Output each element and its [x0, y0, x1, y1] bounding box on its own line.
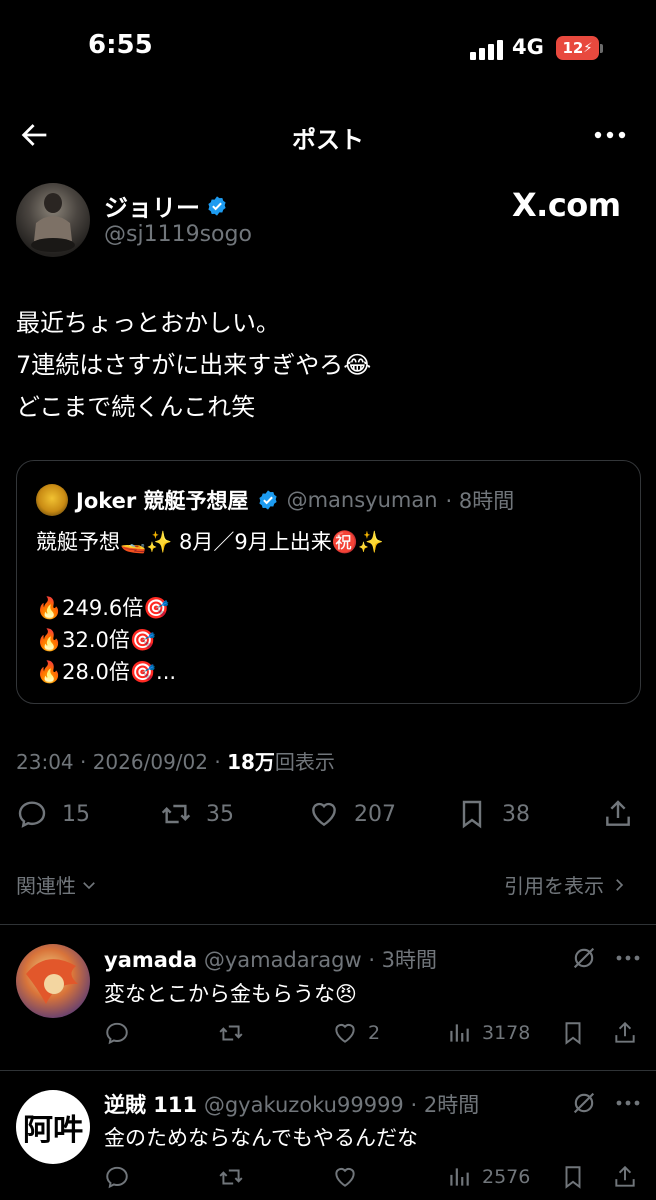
divider — [0, 1070, 656, 1071]
reply-author-name[interactable]: 逆賊 111 — [104, 1093, 197, 1117]
reply-author-name[interactable]: yamada — [104, 948, 197, 972]
bookmark-count: 38 — [502, 801, 530, 827]
bookmark-icon — [462, 800, 482, 829]
like-button[interactable]: 2 — [332, 1020, 380, 1046]
bookmark-icon — [565, 1022, 581, 1045]
view-count: 3178 — [482, 1022, 531, 1044]
reply-count: 15 — [62, 801, 90, 827]
reply-icon — [106, 1166, 128, 1189]
reply-time: · 2時間 — [410, 1093, 480, 1117]
like-count: 207 — [354, 801, 396, 827]
post-line: どこまで続くんこれ笑 — [16, 393, 256, 421]
repost-icon — [219, 1169, 243, 1185]
share-icon — [615, 1021, 635, 1043]
quoted-author-avatar[interactable] — [36, 484, 68, 516]
bookmark-icon — [565, 1166, 581, 1189]
reply-avatar[interactable]: 阿吽 — [16, 1090, 90, 1164]
reply-author-handle[interactable]: @gyakuzoku99999 — [204, 1093, 404, 1117]
post-meta: 23:04 · 2026/09/02 · 18万回表示 — [16, 746, 335, 775]
quoted-post-header: Joker 競艇予想屋 @mansyuman · 8時間 — [36, 484, 514, 516]
quoted-author-name[interactable]: Joker 競艇予想屋 — [76, 485, 249, 515]
sort-relevance-label: 関連性 — [16, 874, 76, 898]
more-options-icon[interactable] — [592, 118, 628, 152]
share-button[interactable] — [602, 798, 634, 830]
post-timestamp: 23:04 · 2026/09/02 · — [16, 750, 228, 774]
reply-header: yamada @yamadaragw · 3時間 — [104, 944, 437, 974]
view-label: 回表示 — [274, 750, 335, 774]
repost-button[interactable] — [218, 1164, 254, 1190]
post-line: 最近ちょっとおかしい。 — [16, 309, 280, 337]
reply-author-handle[interactable]: @yamadaragw — [204, 948, 362, 972]
signal-icon — [470, 38, 504, 60]
divider — [0, 924, 656, 925]
page-title: ポスト — [292, 126, 364, 154]
verified-badge-icon — [258, 490, 277, 510]
reply-button[interactable] — [104, 1164, 140, 1190]
author-handle[interactable]: @sj1119sogo — [104, 222, 252, 247]
repost-icon — [219, 1025, 243, 1041]
view-quotes-label: 引用を表示 — [504, 874, 604, 898]
battery-tip — [600, 44, 603, 53]
sort-relevance-dropdown[interactable]: 関連性 — [16, 870, 98, 899]
bookmark-button[interactable] — [560, 1164, 586, 1190]
views-button[interactable]: 3178 — [446, 1020, 530, 1046]
bookmark-button[interactable]: 38 — [456, 798, 530, 830]
share-button[interactable] — [612, 1020, 638, 1046]
verified-badge-icon — [208, 195, 226, 216]
repost-icon — [161, 804, 191, 824]
reply-avatar-art — [26, 959, 78, 1004]
reply-avatar[interactable] — [16, 944, 90, 1018]
status-time: 6:55 — [88, 30, 153, 60]
quoted-post-time: · 8時間 — [445, 489, 515, 513]
share-icon — [615, 1165, 635, 1187]
quoted-line: 競艇予想🚤✨ 8月／9月上出来㊗️✨ — [36, 530, 384, 554]
reply-icon — [18, 801, 46, 828]
quoted-line: 🔥32.0倍🎯 — [36, 628, 157, 652]
view-count: 2576 — [482, 1166, 531, 1188]
author-avatar[interactable] — [16, 183, 90, 257]
share-icon — [606, 800, 630, 826]
like-button[interactable]: 207 — [308, 798, 396, 830]
views-button[interactable]: 2576 — [446, 1164, 530, 1190]
heart-icon — [335, 1167, 355, 1187]
like-button[interactable] — [332, 1164, 368, 1190]
post-text: 最近ちょっとおかしい。 7連続はさすがに出来すぎやろ😂 どこまで続くんこれ笑 — [16, 302, 371, 428]
grok-icon[interactable] — [570, 944, 598, 972]
chevron-right-icon — [616, 878, 624, 891]
bookmark-button[interactable] — [560, 1020, 586, 1046]
reply-time: · 3時間 — [368, 948, 438, 972]
reply-button[interactable] — [104, 1020, 140, 1046]
views-chart-icon — [450, 1168, 469, 1186]
heart-icon — [335, 1023, 355, 1043]
quoted-author-handle[interactable]: @mansyuman — [287, 488, 438, 512]
quoted-line: 🔥249.6倍🎯 — [36, 596, 170, 620]
network-type: 4G — [512, 35, 544, 59]
view-count: 18万 — [227, 750, 275, 774]
like-count: 2 — [368, 1022, 381, 1044]
battery-indicator: 12 ⚡ — [556, 36, 599, 60]
grok-icon[interactable] — [570, 1089, 598, 1117]
reply-text: 金のためならなんでもやるんだな — [104, 1126, 418, 1150]
reply-header: 逆賊 111 @gyakuzoku99999 · 2時間 — [104, 1089, 479, 1119]
views-chart-icon — [450, 1024, 469, 1042]
reply-text: 変なとこから金もらうな😠 — [104, 982, 357, 1006]
repost-count: 35 — [206, 801, 234, 827]
more-options-icon[interactable] — [614, 944, 642, 972]
battery-level: 12 — [562, 39, 584, 57]
reply-icon — [106, 1022, 128, 1045]
author-name[interactable]: ジョリー — [104, 188, 200, 223]
post-line: 7連続はさすがに出来すぎやろ😂 — [16, 351, 372, 379]
repost-button[interactable]: 35 — [160, 798, 234, 830]
view-quotes-link[interactable]: 引用を表示 — [504, 870, 628, 899]
reply-button[interactable]: 15 — [16, 798, 90, 830]
more-options-icon[interactable] — [614, 1089, 642, 1117]
share-button[interactable] — [612, 1164, 638, 1190]
author-avatar-figure — [31, 193, 75, 252]
author-name-row[interactable]: ジョリー — [104, 188, 228, 223]
repost-button[interactable] — [218, 1020, 254, 1046]
chevron-down-icon — [83, 881, 95, 889]
quoted-line: 🔥28.0倍🎯... — [36, 660, 177, 684]
heart-icon — [312, 802, 336, 827]
x-watermark: X.com — [512, 186, 621, 224]
